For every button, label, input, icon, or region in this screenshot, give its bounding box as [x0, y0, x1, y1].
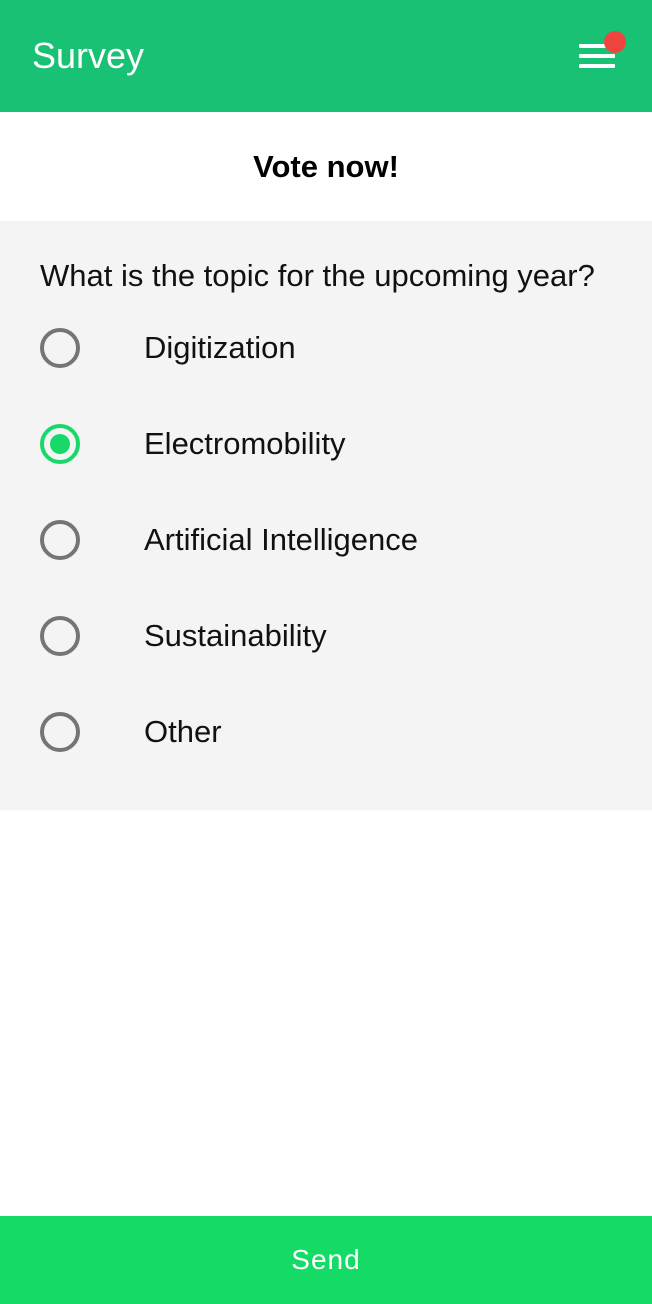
menu-button[interactable] — [568, 30, 632, 82]
radio-button[interactable] — [40, 328, 80, 368]
page-title: Vote now! — [253, 149, 399, 184]
notification-badge — [604, 31, 626, 53]
radio-button-checked[interactable] — [40, 424, 80, 464]
survey-screen: Survey Vote now! What is the topic for t… — [0, 0, 652, 1304]
question-card: What is the topic for the upcoming year?… — [0, 221, 652, 810]
radio-button[interactable] — [40, 520, 80, 560]
option-label: Sustainability — [144, 618, 327, 653]
radio-button[interactable] — [40, 712, 80, 752]
radio-button[interactable] — [40, 616, 80, 656]
app-header: Survey — [0, 0, 652, 112]
option-artificial-intelligence[interactable]: Artificial Intelligence — [0, 500, 652, 580]
app-title: Survey — [32, 35, 145, 76]
option-label: Other — [144, 714, 222, 749]
option-electromobility[interactable]: Electromobility — [0, 404, 652, 484]
option-label: Digitization — [144, 330, 296, 365]
option-label: Electromobility — [144, 426, 346, 461]
option-sustainability[interactable]: Sustainability — [0, 596, 652, 676]
send-button[interactable]: Send — [0, 1216, 652, 1304]
subheader: Vote now! — [0, 112, 652, 221]
question-text: What is the topic for the upcoming year? — [40, 258, 595, 293]
option-label: Artificial Intelligence — [144, 522, 418, 557]
option-digitization[interactable]: Digitization — [0, 308, 652, 388]
option-other[interactable]: Other — [0, 692, 652, 772]
send-button-label: Send — [291, 1244, 361, 1275]
radio-selected-dot — [50, 434, 70, 454]
